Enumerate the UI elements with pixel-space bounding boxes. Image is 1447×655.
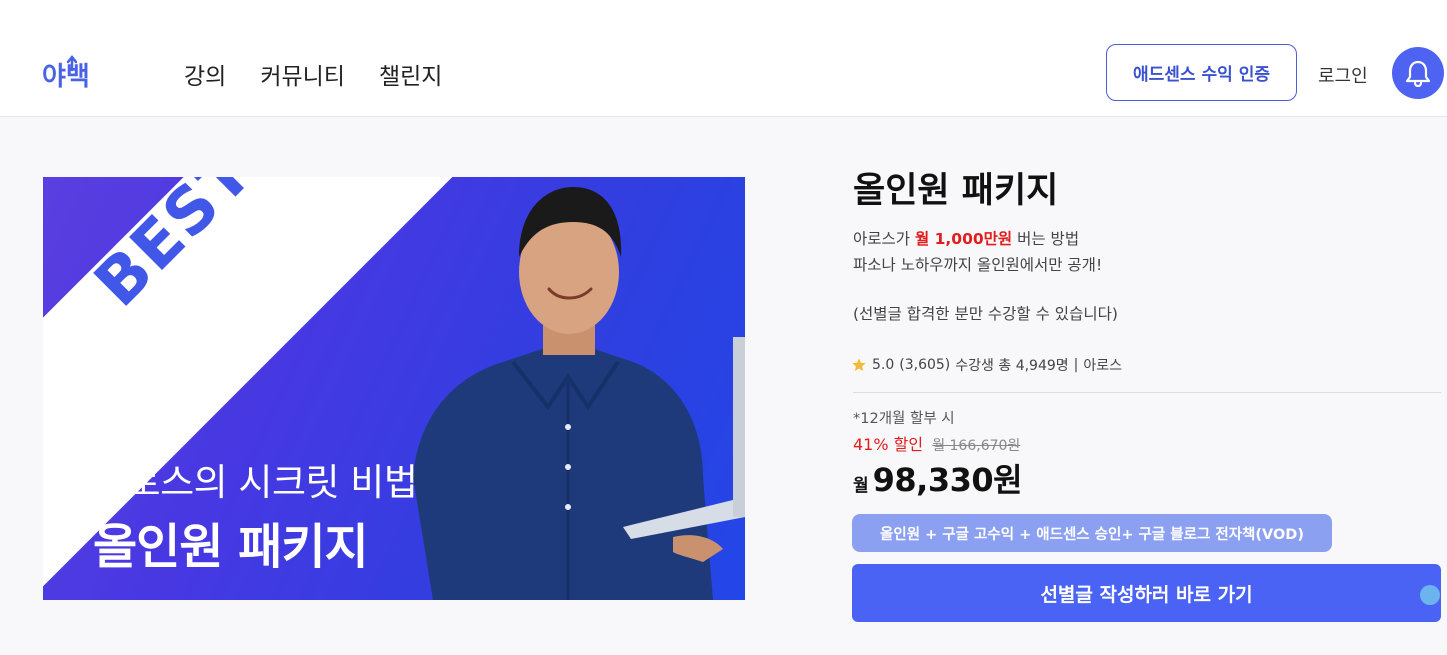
description-line-1: 아로스가 월 1,000만원 버는 방법 [853, 226, 1102, 252]
author-name[interactable]: 아로스 [1083, 355, 1122, 375]
main-nav: 강의 커뮤니티 챌린지 [184, 57, 442, 91]
description-prefix: 아로스가 [853, 230, 915, 248]
chat-indicator[interactable] [1420, 585, 1440, 605]
banner-title: 올인원 패키지 [93, 519, 369, 575]
instructor-photo [413, 187, 745, 600]
nav-lectures[interactable]: 강의 [184, 57, 226, 91]
package-tag: 올인원 + 구글 고수익 + 애드센스 승인+ 구글 블로그 전자책(VOD) [852, 514, 1332, 552]
logo-icon: 야백 [42, 54, 90, 92]
banner-subtitle: 아로스의 시크릿 비법 [93, 461, 418, 504]
divider [853, 392, 1441, 393]
rating-count: (3,605) [899, 357, 951, 373]
site-header: 야백 강의 커뮤니티 챌린지 애드센스 수익 인증 로그인 [0, 0, 1447, 117]
adsense-cert-button[interactable]: 애드센스 수익 인증 [1106, 44, 1297, 101]
student-count: 수강생 총 4,949명 [955, 358, 1069, 374]
nav-community[interactable]: 커뮤니티 [260, 57, 345, 91]
description-highlight: 월 1,000만원 [914, 230, 1013, 248]
price-amount: 98,330원 [872, 461, 1023, 499]
nav-challenge[interactable]: 챌린지 [379, 57, 442, 91]
price-row: 월 98,330원 [853, 455, 1023, 501]
discount-percent: 41% 할인 [853, 435, 924, 454]
bell-icon [1405, 60, 1431, 87]
write-review-button[interactable]: 선별글 작성하러 바로 가기 [852, 564, 1441, 622]
enrollment-note: (선별글 합격한 분만 수강할 수 있습니다) [853, 305, 1118, 323]
description-suffix: 버는 방법 [1012, 230, 1080, 248]
rating-row: 5.0 (3,605) 수강생 총 4,949명 | 아로스 [851, 355, 1122, 375]
notification-button[interactable] [1392, 47, 1444, 99]
installment-note: *12개월 할부 시 [853, 411, 955, 427]
course-banner: BEST 아로스의 시크릿 비법 올인원 패키지 [43, 177, 745, 600]
rating-value: 5.0 [872, 357, 895, 373]
separator: | [1073, 357, 1079, 373]
description-line-2: 파소나 노하우까지 올인원에서만 공개! [853, 256, 1103, 274]
product-description: 아로스가 월 1,000만원 버는 방법 파소나 노하우까지 올인원에서만 공개… [853, 226, 1102, 278]
discount-row: 41% 할인 월 166,670원 [853, 431, 1020, 455]
price-unit: 월 [853, 476, 869, 496]
product-title: 올인원 패키지 [853, 171, 1059, 211]
logo[interactable]: 야백 [42, 52, 102, 92]
original-price: 월 166,670원 [932, 438, 1021, 454]
star-icon [852, 358, 866, 371]
svg-text:야백: 야백 [42, 62, 90, 92]
login-link[interactable]: 로그인 [1318, 62, 1368, 88]
